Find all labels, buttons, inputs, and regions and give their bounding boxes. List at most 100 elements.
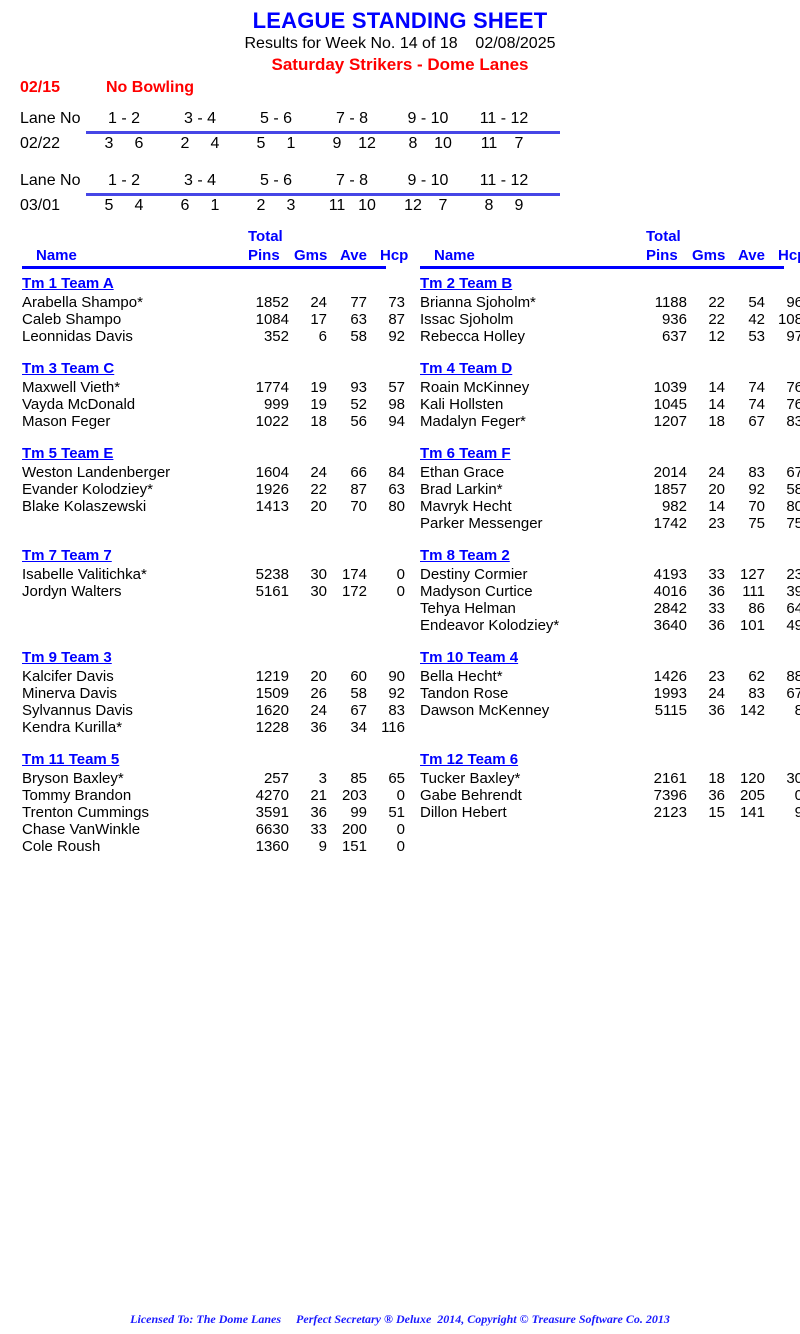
bowler-total-pins: 1742 [653,515,687,532]
bowler-average: 70 [350,498,367,515]
bowler-row: Blake Kolaszewski 1413 20 70 80 [22,498,405,515]
matchup-cell: 61 [162,197,238,215]
bowler-games: 24 [708,464,725,481]
team-name-link[interactable]: Tm 7 Team 7 [22,546,112,565]
bowler-handicap: 0 [794,787,800,804]
bowler-average: 62 [748,668,765,685]
bowler-games: 18 [708,770,725,787]
bowler-games: 24 [708,685,725,702]
team-block: Tm 6 Team F Ethan Grace 2014 24 83 67 Brad Lar… [420,444,800,532]
bowler-total-pins: 1604 [255,464,289,481]
bowler-name: Dawson McKenney [420,702,550,719]
team-name-link[interactable]: Tm 10 Team 4 [420,648,518,667]
bowler-total-pins: 352 [263,328,289,345]
bowler-total-pins: 4193 [653,566,687,583]
team-block: Tm 7 Team 7 Isabelle Valitichka* 5238 30 174… [22,546,405,600]
bowler-games: 12 [708,328,725,345]
bowler-row: Brianna Sjoholm* 1188 22 54 96 [420,294,800,311]
bowler-average: 127 [739,566,765,583]
matchup-team-number: 8 [408,135,418,152]
bowler-average: 52 [350,396,367,413]
bowler-name: Vayda McDonald [22,396,136,413]
team-name-link[interactable]: Tm 9 Team 3 [22,648,112,667]
bowler-handicap: 30 [786,770,800,787]
team-name-link[interactable]: Tm 8 Team 2 [420,546,510,565]
bowler-name: Tucker Baxley* [420,770,521,787]
matchup-team-number: 9 [332,135,342,152]
bowler-games: 36 [310,804,327,821]
team-name-link[interactable]: Tm 6 Team F [420,444,511,463]
team-name-link[interactable]: Tm 3 Team C [22,359,114,378]
matchup-team-number: 10 [358,197,376,214]
bowler-total-pins: 1852 [255,294,289,311]
bowler-average: 120 [739,770,765,787]
standings-column-left: Total Name Pins Gms Ave Hcp Tm 1 Team AA… [22,228,408,855]
bowler-row: Caleb Shampo 1084 17 63 87 [22,311,405,328]
bowler-games: 26 [310,685,327,702]
bowler-row: Jordyn Walters 5161 30 172 0 [22,583,405,600]
bowler-average: 66 [350,464,367,481]
bowler-name: Bryson Baxley* [22,770,124,787]
bowler-row: Ethan Grace 2014 24 83 67 [420,464,800,481]
bowler-games: 20 [310,498,327,515]
bowler-total-pins: 5238 [255,566,289,583]
bowler-average: 67 [350,702,367,719]
bowler-games: 22 [708,311,725,328]
bowler-row: Trenton Cummings 3591 36 99 51 [22,804,405,821]
bowler-row: Weston Landenberger 1604 24 66 84 [22,464,405,481]
bowler-total-pins: 5115 [654,702,687,719]
bowler-average: 174 [341,566,367,583]
matchup-row: 03/01 5 4 6 1 2 3 11 10 12 7 8 9 [20,197,560,218]
bowler-games: 9 [318,838,327,855]
bowler-name: Dillon Hebert [420,804,507,821]
bowler-games: 23 [708,668,725,685]
bowler-row: Leonnidas Davis 352 6 58 92 [22,328,405,345]
bowler-row: Isabelle Valitichka* 5238 30 174 0 [22,566,405,583]
matchup-team-number: 2 [180,135,190,152]
bowler-row: Dillon Hebert 2123 15 141 9 [420,804,800,821]
bowler-average: 83 [748,464,765,481]
bowler-games: 33 [708,600,725,617]
bowler-name: Chase VanWinkle [22,821,141,838]
team-name-link[interactable]: Tm 12 Team 6 [420,750,518,769]
no-bowling-notice: 02/15 No Bowling [20,79,780,97]
bowler-name: Evander Kolodziey* [22,481,153,498]
lane-pair: 1 - 2 [107,110,140,127]
bowler-average: 87 [350,481,367,498]
bowler-row: Destiny Cormier 4193 33 127 23 [420,566,800,583]
schedule-date: 03/01 [20,197,61,214]
lane-pair: 3 - 4 [183,172,216,189]
matchup-cell: 11 10 [314,197,390,215]
bowler-total-pins: 2014 [653,464,687,481]
bowler-total-pins: 1219 [255,668,289,685]
team-block: Tm 1 Team A Arabella Shampo* 1852 24 77 73 Cal… [22,274,405,345]
bowler-name: Madalyn Feger* [420,413,526,430]
bowler-handicap: 63 [388,481,405,498]
team-name-link[interactable]: Tm 1 Team A [22,274,114,293]
bowler-row: Parker Messenger 1742 23 75 75 [420,515,800,532]
team-name-link[interactable]: Tm 5 Team E [22,444,113,463]
bowler-handicap: 83 [786,413,800,430]
team-name-link[interactable]: Tm 2 Team B [420,274,512,293]
results-week-subtitle: Results for Week No. 14 of 18 02/08/2025 [244,35,556,52]
header-total: Total [646,228,681,245]
bowler-average: 93 [350,379,367,396]
bowler-games: 6 [318,328,327,345]
no-bowling-label: No Bowling [106,79,194,96]
bowler-row: Issac Sjoholm 936 22 42 108 [420,311,800,328]
lane-pair: 11 - 12 [479,172,529,189]
bowler-name: Brianna Sjoholm* [420,294,536,311]
bowler-total-pins: 7396 [653,787,687,804]
bowler-handicap: 116 [381,719,405,736]
bowler-games: 22 [310,481,327,498]
bowler-handicap: 80 [786,498,800,515]
lane-divider [86,193,560,196]
bowler-total-pins: 1207 [653,413,687,430]
team-name-link[interactable]: Tm 11 Team 5 [22,750,119,769]
bowler-games: 18 [310,413,327,430]
bowler-total-pins: 1413 [255,498,289,515]
bowler-row: Maxwell Vieth* 1774 19 93 57 [22,379,405,396]
bowler-total-pins: 4016 [653,583,687,600]
bowler-handicap: 90 [388,668,405,685]
team-name-link[interactable]: Tm 4 Team D [420,359,512,378]
